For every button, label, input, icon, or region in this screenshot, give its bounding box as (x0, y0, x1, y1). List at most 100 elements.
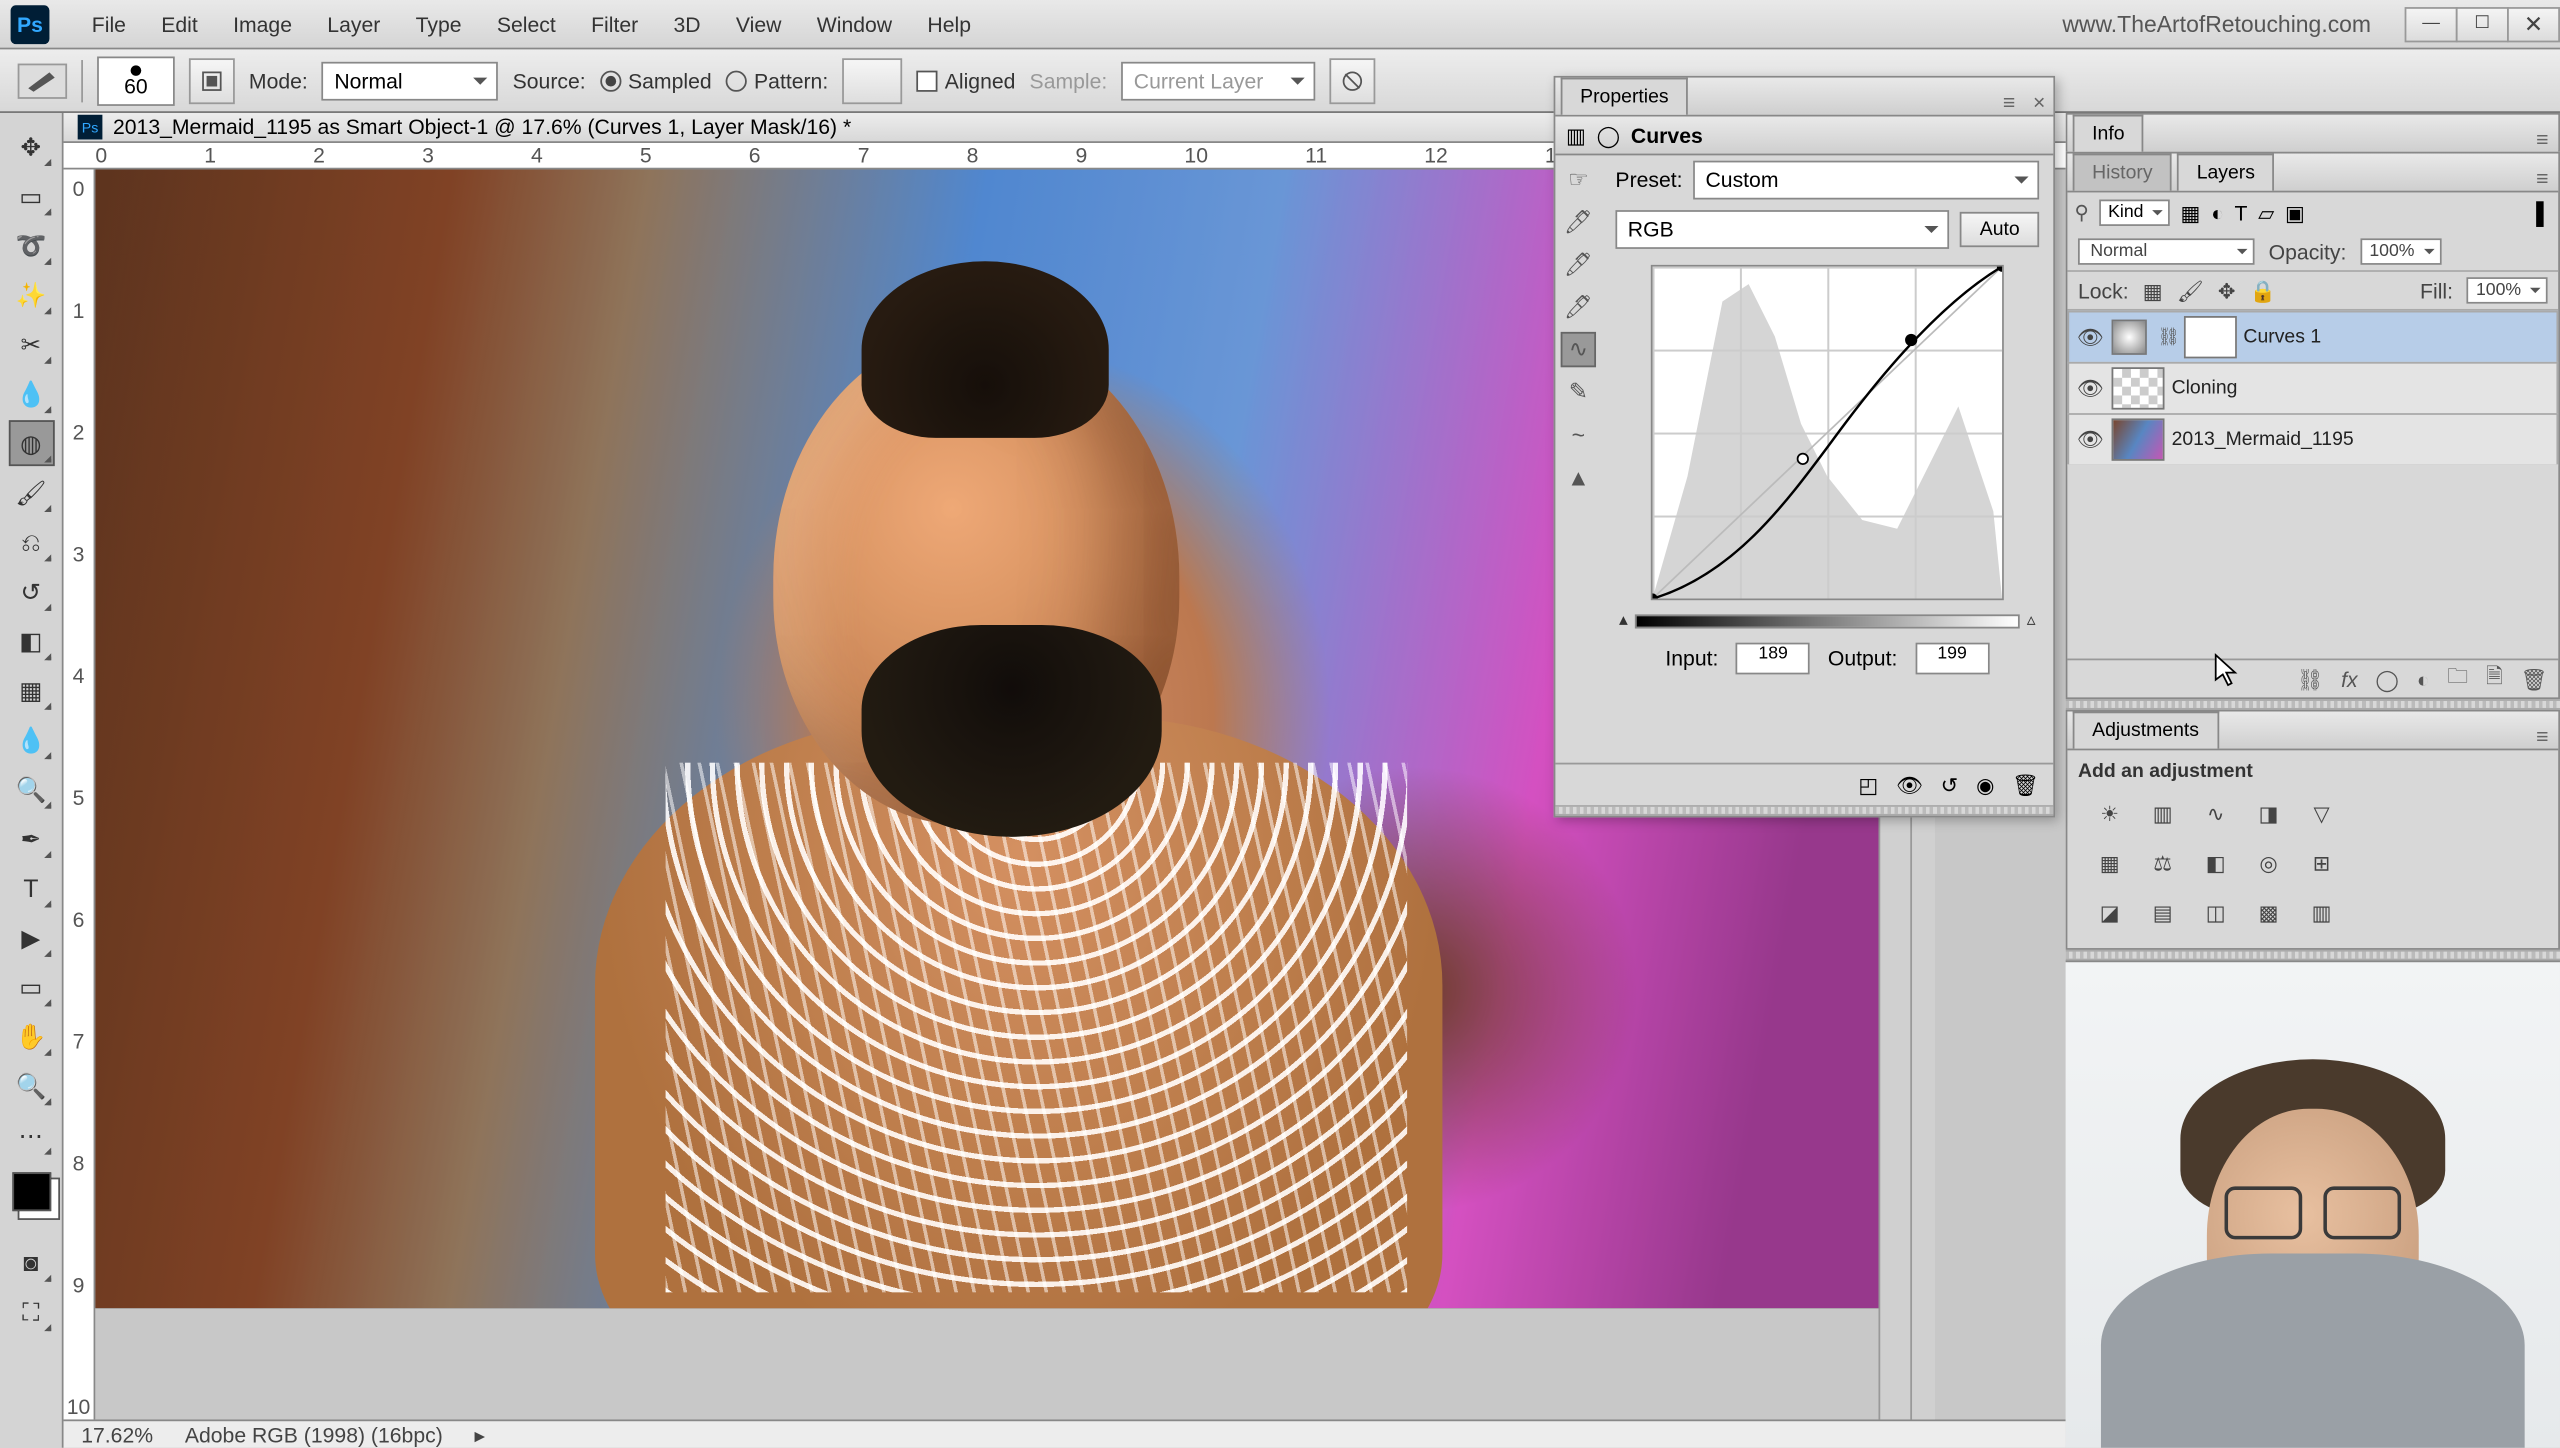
clip-to-layer-icon[interactable]: ◰ (1858, 772, 1878, 797)
delete-adjustment-icon[interactable]: 🗑 (2012, 772, 2039, 797)
auto-button[interactable]: Auto (1960, 212, 2039, 247)
layer-row-curves[interactable]: 👁 ⛓ Curves 1 (2067, 311, 2558, 364)
panel-resize-grip[interactable] (1555, 805, 2053, 816)
adj-gradientmap-icon[interactable]: ▩ (2251, 895, 2286, 930)
pen-tool[interactable]: ✒ (8, 816, 54, 862)
current-tool-icon[interactable] (18, 63, 67, 98)
sample-black-icon[interactable]: 🖊 (1561, 205, 1596, 240)
marquee-tool[interactable]: ▭ (8, 173, 54, 219)
preset-select[interactable]: Custom (1693, 161, 2039, 200)
view-previous-icon[interactable]: ◉ (1976, 772, 1995, 797)
filter-toggle[interactable]: ▌ (2536, 200, 2551, 225)
new-layer-icon[interactable]: 🗎 (2486, 660, 2503, 697)
color-swatches[interactable] (11, 1172, 50, 1211)
link-icon[interactable]: ⛓ (2157, 328, 2179, 347)
filter-pixel-icon[interactable]: ▦ (2181, 200, 2201, 225)
smooth-curve-icon[interactable]: ~ (1561, 417, 1596, 452)
filter-smart-icon[interactable]: ▣ (2285, 200, 2305, 225)
sample-white-icon[interactable]: 🖊 (1561, 290, 1596, 325)
lasso-tool[interactable]: ➰ (8, 222, 54, 268)
draw-curve-icon[interactable]: ✎ (1561, 374, 1596, 409)
eyedropper-tool[interactable]: 💧 (8, 371, 54, 417)
layer-name[interactable]: Cloning (2172, 378, 2238, 399)
move-tool[interactable]: ✥ (8, 124, 54, 170)
edit-toolbar[interactable]: ⋯ (8, 1112, 54, 1158)
hand-tool[interactable]: ✋ (8, 1013, 54, 1059)
visibility-toggle[interactable]: 👁 (2069, 325, 2111, 350)
maximize-button[interactable]: ☐ (2456, 6, 2509, 41)
histogram-toggle-icon[interactable]: ▲ (1561, 459, 1596, 494)
layers-empty-area[interactable] (2067, 464, 2558, 658)
new-adjustment-icon[interactable]: ◐ (2417, 666, 2430, 691)
adj-colorbalance-icon[interactable]: ⚖ (2145, 846, 2180, 881)
blend-mode-select[interactable]: Normal (322, 61, 499, 100)
type-tool[interactable]: T (8, 865, 54, 911)
screen-mode-toggle[interactable]: ⛶ (8, 1289, 54, 1335)
brush-tool[interactable]: 🖌 (8, 470, 54, 516)
shape-tool[interactable]: ▭ (8, 964, 54, 1010)
quick-select-tool[interactable]: ✨ (8, 272, 54, 318)
curve-line[interactable] (1653, 267, 2003, 599)
layer-thumb[interactable] (2112, 367, 2165, 409)
pattern-picker[interactable] (842, 57, 902, 103)
layer-blend-mode-select[interactable]: Normal (2078, 238, 2255, 264)
adj-posterize-icon[interactable]: ▤ (2145, 895, 2180, 930)
menu-3d[interactable]: 3D (656, 0, 718, 48)
adj-exposure-icon[interactable]: ◨ (2251, 796, 2286, 831)
layer-thumb[interactable] (2112, 418, 2165, 460)
output-value[interactable]: 199 (1915, 643, 1989, 675)
filter-type-icon[interactable]: T (2235, 200, 2248, 225)
brush-preset-picker[interactable]: 60 (97, 56, 175, 105)
path-select-tool[interactable]: ▶ (8, 915, 54, 961)
brush-panel-button[interactable] (189, 57, 235, 103)
lock-transparent-icon[interactable]: ▦ (2143, 278, 2163, 303)
dodge-tool[interactable]: 🔍 (8, 766, 54, 812)
layer-name[interactable]: Curves 1 (2243, 327, 2321, 348)
delete-layer-icon[interactable]: 🗑 (2521, 666, 2548, 691)
lock-all-icon[interactable]: 🔒 (2250, 278, 2276, 303)
layers-panel-menu-icon[interactable]: ≡ (2526, 166, 2558, 191)
eraser-tool[interactable]: ◧ (8, 618, 54, 664)
adj-channelmixer-icon[interactable]: ⊞ (2304, 846, 2339, 881)
menu-image[interactable]: Image (215, 0, 309, 48)
channel-select[interactable]: RGB (1615, 210, 1949, 249)
quickmask-toggle[interactable]: ◙ (8, 1239, 54, 1285)
ignore-adjustment-button[interactable] (1330, 57, 1376, 103)
layer-row-cloning[interactable]: 👁 Cloning (2067, 362, 2558, 415)
source-sampled-radio[interactable] (600, 70, 621, 91)
input-value[interactable]: 189 (1736, 643, 1810, 675)
visibility-toggle[interactable]: 👁 (2069, 376, 2111, 401)
menu-type[interactable]: Type (398, 0, 479, 48)
add-mask-icon[interactable]: ◯ (2375, 666, 2399, 691)
toggle-visibility-icon[interactable]: 👁 (1896, 772, 1923, 797)
tab-properties[interactable]: Properties (1561, 78, 1688, 115)
visibility-toggle[interactable]: 👁 (2069, 427, 2111, 452)
curves-graph[interactable] (1651, 265, 2004, 600)
new-group-icon[interactable]: 🗀 (2447, 660, 2468, 697)
menu-help[interactable]: Help (910, 0, 989, 48)
status-flyout-icon[interactable]: ▸ (475, 1422, 486, 1447)
menu-select[interactable]: Select (479, 0, 573, 48)
menu-window[interactable]: Window (799, 0, 910, 48)
blur-tool[interactable]: 💧 (8, 717, 54, 763)
zoom-value[interactable]: 17.62% (81, 1422, 153, 1447)
close-button[interactable]: ✕ (2507, 6, 2560, 41)
lock-position-icon[interactable]: ✥ (2218, 278, 2236, 303)
history-brush-tool[interactable]: ↺ (8, 568, 54, 614)
adj-levels-icon[interactable]: ▥ (2145, 796, 2180, 831)
panel-resize-grip[interactable] (2066, 950, 2560, 961)
gradient-tool[interactable]: ▦ (8, 667, 54, 713)
adj-threshold-icon[interactable]: ◫ (2198, 895, 2233, 930)
adjustments-panel-menu-icon[interactable]: ≡ (2526, 724, 2558, 749)
edit-points-icon[interactable]: ∿ (1561, 332, 1596, 367)
tab-adjustments[interactable]: Adjustments (2073, 711, 2219, 748)
adj-curves-icon[interactable]: ∿ (2198, 796, 2233, 831)
sample-gray-icon[interactable]: 🖊 (1561, 247, 1596, 282)
source-pattern-radio[interactable] (726, 70, 747, 91)
panel-resize-grip[interactable] (2066, 699, 2560, 710)
link-layers-icon[interactable]: ⛓ (2297, 666, 2324, 691)
opacity-input[interactable]: 100% (2361, 238, 2441, 264)
fx-icon[interactable]: fx (2341, 666, 2357, 691)
sample-select[interactable]: Current Layer (1121, 61, 1315, 100)
adj-hue-icon[interactable]: ▦ (2092, 846, 2127, 881)
